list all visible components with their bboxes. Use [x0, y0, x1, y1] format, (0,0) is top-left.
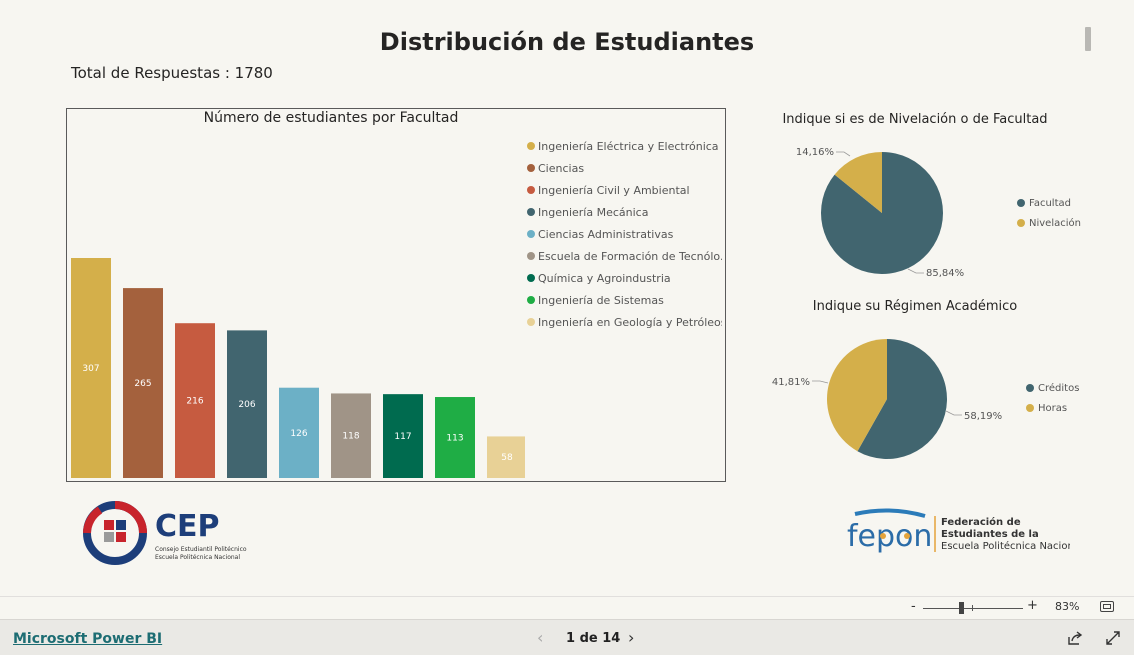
legend-item[interactable]: Química y Agroindustria: [527, 267, 722, 289]
pie1-title: Indique si es de Nivelación o de Faculta…: [782, 112, 1048, 127]
page-indicator: 1 de 14: [566, 631, 621, 646]
pie1-leader-2: [836, 151, 851, 157]
legend-label: Ciencias Administrativas: [538, 227, 674, 241]
legend-label: Escuela de Formación de Tecnólo...: [538, 249, 722, 263]
bar-label-7: 117: [394, 432, 411, 442]
cep-logo-line2: Escuela Politécnica Nacional: [155, 554, 240, 561]
cep-logo: CEP Consejo Estudiantil Politécnico Escu…: [83, 501, 247, 565]
report-title: Distribución de Estudiantes: [379, 28, 755, 56]
pie1-legend-label: Nivelación: [1029, 217, 1081, 229]
total-responses-label: Total de Respuestas : 1780: [71, 64, 273, 82]
pie2-legend-item[interactable]: Créditos: [1026, 378, 1079, 398]
fepon-logo: fepon Federación de Estudiantes de la Es…: [847, 508, 1070, 554]
legend-dot: [527, 230, 535, 238]
fepon-logo-line1: Federación de: [941, 516, 1021, 528]
pie2-legend: Créditos Horas: [1026, 378, 1079, 418]
zoom-out-button[interactable]: -: [911, 599, 916, 614]
pie2-data-label-1: 58,19%: [964, 411, 1002, 422]
pie1-legend-item[interactable]: Facultad: [1017, 193, 1081, 213]
bar-chart-svg: 307 265 216 206 126 118 117 113 58: [71, 258, 525, 478]
cep-logo-text: CEP: [155, 509, 220, 544]
bar-label-6: 118: [342, 432, 359, 442]
chevron-right-icon[interactable]: ›: [628, 628, 634, 647]
bar-label-5: 126: [290, 429, 307, 439]
pie2-data-label-2: 41,81%: [772, 377, 810, 388]
pie1-leader-1: [907, 268, 924, 274]
fepon-logo-line2: Estudiantes de la: [941, 529, 1039, 540]
legend-item[interactable]: Ingeniería Eléctrica y Electrónica: [527, 135, 722, 157]
pie1-chart-svg[interactable]: 85,84% 14,16%: [780, 135, 980, 285]
bar-label-9: 58: [501, 453, 513, 463]
pie2-legend-label: Créditos: [1038, 382, 1080, 394]
legend-dot: [527, 318, 535, 326]
pie1-data-label-1: 85,84%: [926, 268, 964, 279]
power-bi-link[interactable]: Microsoft Power BI: [13, 631, 162, 647]
legend-dot: [527, 208, 535, 216]
pie2-title: Indique su Régimen Académico: [812, 299, 1018, 314]
legend-label: Ingeniería en Geología y Petróleos: [538, 315, 722, 329]
pie1-legend-label: Facultad: [1029, 197, 1071, 209]
fepon-logo-line3: Escuela Politécnica Nacional: [941, 540, 1070, 552]
legend-item[interactable]: Ingeniería Civil y Ambiental: [527, 179, 722, 201]
zoom-slider-track[interactable]: [923, 608, 1023, 609]
chevron-left-icon[interactable]: ‹: [537, 628, 543, 647]
legend-dot: [527, 252, 535, 260]
legend-label: Ingeniería Mecánica: [538, 205, 649, 219]
pie1-data-label-2: 14,16%: [796, 147, 834, 158]
pie2-leader-1: [945, 410, 962, 416]
zoom-level: 83%: [1055, 600, 1080, 613]
legend-label: Ingeniería Civil y Ambiental: [538, 183, 690, 197]
bar-label-2: 265: [134, 379, 151, 389]
zoom-in-button[interactable]: +: [1027, 598, 1038, 613]
pie2-legend-dot: [1026, 384, 1034, 392]
legend-item[interactable]: Ingeniería de Sistemas: [527, 289, 722, 311]
legend-dot: [527, 186, 535, 194]
legend-dot: [527, 164, 535, 172]
footer-bar: Microsoft Power BI ‹ 1 de 14 ›: [0, 619, 1134, 655]
bar-chart-legend: Ingeniería Eléctrica y Electrónica Cienci…: [527, 135, 722, 333]
bar-label-1: 307: [82, 364, 99, 374]
pie2-legend-item[interactable]: Horas: [1026, 398, 1079, 418]
legend-item[interactable]: Ciencias Administrativas: [527, 223, 722, 245]
fepon-logo-text: fepon: [847, 519, 932, 554]
bar-label-8: 113: [446, 434, 463, 444]
legend-item[interactable]: Ingeniería Mecánica: [527, 201, 722, 223]
legend-label: Ingeniería de Sistemas: [538, 293, 664, 307]
pie2-leader-2: [812, 380, 829, 384]
pie1-legend-dot: [1017, 219, 1025, 227]
pie2-chart-svg[interactable]: 58,19% 41,81%: [760, 325, 1010, 475]
legend-dot: [527, 142, 535, 150]
legend-label: Ingeniería Eléctrica y Electrónica: [538, 139, 719, 153]
pie2-legend-label: Horas: [1038, 402, 1068, 414]
pie1-legend-item[interactable]: Nivelación: [1017, 213, 1081, 233]
expand-icon[interactable]: [1105, 630, 1121, 646]
zoom-slider-thumb[interactable]: [959, 602, 964, 614]
pie1-legend: Facultad Nivelación: [1017, 193, 1081, 233]
legend-item[interactable]: Ciencias: [527, 157, 722, 179]
share-icon[interactable]: [1067, 630, 1083, 646]
fit-to-page-icon[interactable]: [1100, 601, 1114, 612]
pie2-legend-dot: [1026, 404, 1034, 412]
bar-label-4: 206: [238, 400, 255, 410]
total-responses: Total de Respuestas : 1780: [71, 64, 273, 82]
pie1-legend-dot: [1017, 199, 1025, 207]
legend-label: Ciencias: [538, 161, 585, 175]
scrollbar-thumb[interactable]: [1085, 27, 1091, 51]
cep-logo-line1: Consejo Estudiantil Politécnico: [155, 546, 247, 553]
zoom-slider-tick: [972, 605, 973, 611]
bar-label-3: 216: [186, 397, 203, 407]
zoom-bar: - + 83%: [0, 596, 1134, 618]
legend-item[interactable]: Escuela de Formación de Tecnólo...: [527, 245, 722, 267]
legend-dot: [527, 274, 535, 282]
legend-label: Química y Agroindustria: [538, 271, 671, 285]
legend-item[interactable]: Ingeniería en Geología y Petróleos: [527, 311, 722, 333]
legend-dot: [527, 296, 535, 304]
